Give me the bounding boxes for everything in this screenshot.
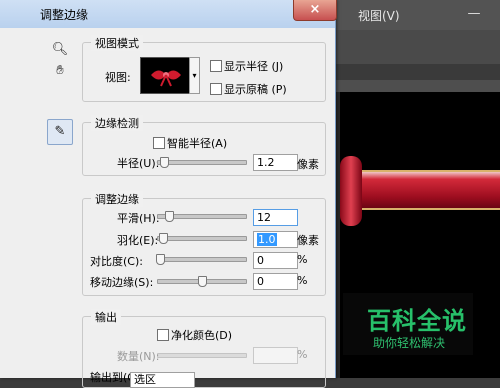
shift-edge-label: 移动边缘(S):	[90, 276, 154, 289]
shift-edge-slider[interactable]	[157, 276, 247, 287]
view-mode-title: 视图模式	[91, 35, 143, 51]
minimize-button[interactable]: —	[462, 2, 486, 26]
output-to-select[interactable]: 选区	[130, 372, 195, 388]
bow-icon	[151, 70, 181, 87]
feather-value: 1.0	[257, 233, 277, 246]
feather-slider-thumb[interactable]	[159, 233, 168, 244]
view-mode-preview[interactable]	[140, 57, 192, 94]
feather-unit: 像素	[297, 234, 319, 247]
radius-slider-thumb[interactable]	[160, 157, 169, 168]
refine-radius-tool-icon[interactable]: ✎	[47, 119, 73, 145]
dialog-title: 调整边缘	[40, 8, 89, 22]
amount-slider[interactable]	[157, 353, 247, 358]
ruler	[335, 80, 500, 92]
smart-radius-label: 智能半径(A)	[167, 137, 228, 150]
radius-unit: 像素	[297, 158, 319, 171]
watermark-subtitle: 助你轻松解决	[373, 336, 446, 350]
menu-view[interactable]: 视图(V)	[358, 7, 400, 24]
radius-input[interactable]: 1.2	[253, 154, 298, 171]
smooth-label: 平滑(H):	[117, 212, 160, 225]
contrast-slider-thumb[interactable]	[156, 254, 165, 265]
shift-edge-unit: %	[297, 274, 308, 287]
feather-input[interactable]: 1.0	[253, 231, 298, 248]
contrast-unit: %	[297, 253, 308, 266]
zoom-tool-icon[interactable]: 🔍︎	[50, 40, 70, 60]
decontaminate-checkbox[interactable]	[157, 329, 169, 341]
ribbon-knot-image	[340, 156, 362, 226]
contrast-input[interactable]: 0	[253, 252, 298, 269]
contrast-label: 对比度(C):	[90, 255, 143, 268]
smooth-slider[interactable]	[157, 211, 247, 222]
amount-label: 数量(N):	[117, 350, 160, 363]
contrast-slider[interactable]	[156, 254, 247, 265]
radius-label: 半径(U):	[117, 157, 160, 170]
show-radius-checkbox[interactable]	[210, 60, 222, 72]
watermark-title: 百科全说	[367, 307, 467, 335]
dialog-titlebar[interactable]: 调整边缘 ×	[0, 0, 337, 28]
show-original-checkbox[interactable]	[210, 83, 222, 95]
show-original-label: 显示原稿 (P)	[224, 83, 287, 96]
amount-unit: %	[297, 348, 308, 361]
watermark: 百科全说 助你轻松解决	[343, 293, 473, 355]
decontaminate-label: 净化颜色(D)	[171, 329, 233, 342]
amount-input[interactable]	[253, 347, 298, 364]
feather-label: 羽化(E):	[117, 234, 159, 247]
document-tab[interactable]	[335, 64, 500, 80]
feather-slider[interactable]	[157, 233, 247, 244]
show-radius-label: 显示半径 (J)	[224, 60, 284, 73]
output-title: 输出	[91, 309, 121, 325]
smooth-slider-thumb[interactable]	[165, 211, 174, 222]
shift-edge-input[interactable]: 0	[253, 273, 298, 290]
hand-tool-icon[interactable]: ✋︎	[50, 61, 70, 81]
view-mode-dropdown[interactable]: ▾	[189, 57, 200, 94]
smart-radius-checkbox[interactable]	[153, 137, 165, 149]
adjust-edge-title: 调整边缘	[91, 191, 143, 207]
shift-edge-slider-thumb[interactable]	[198, 276, 207, 287]
view-label: 视图:	[105, 71, 131, 84]
smooth-input[interactable]: 12	[253, 209, 298, 226]
refine-edge-dialog: 调整边缘 × 🔍︎ ✋︎ ✎ 视图模式 视图: ▾ 显示半径 (J) 显示原稿 …	[0, 0, 337, 388]
ribbon-image	[348, 170, 500, 210]
radius-slider[interactable]	[157, 157, 247, 168]
edge-detection-title: 边缘检测	[91, 115, 143, 131]
close-button[interactable]: ×	[293, 0, 337, 21]
